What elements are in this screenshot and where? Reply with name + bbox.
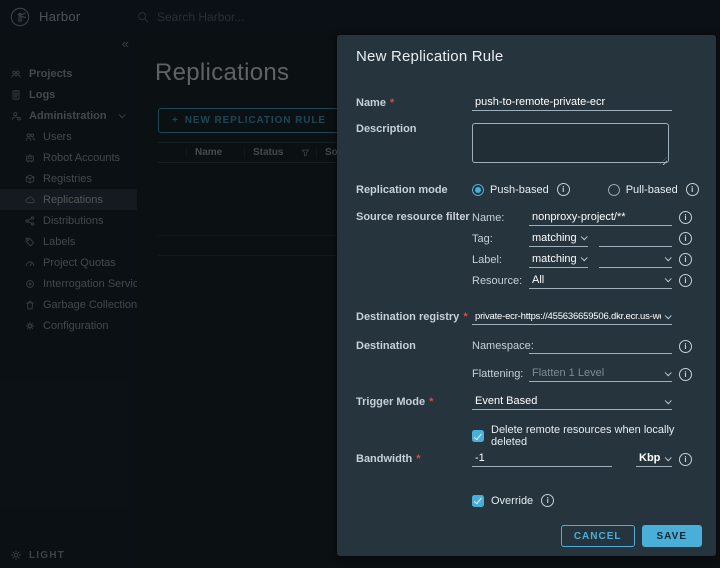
bandwidth-info-icon[interactable] xyxy=(679,453,692,466)
harbor-app: Harbor « Projects Logs Administration xyxy=(0,0,720,568)
filter-tag-mode-select[interactable]: matching xyxy=(529,231,588,247)
pull-based-label: Pull-based xyxy=(626,184,678,196)
chevron-down-icon xyxy=(665,275,672,282)
save-button[interactable]: SAVE xyxy=(642,525,703,547)
chevron-down-icon xyxy=(665,254,672,261)
filter-label-label: Label: xyxy=(472,254,529,266)
bandwidth-label: Bandwidth xyxy=(356,453,472,465)
filter-tag-input[interactable] xyxy=(599,231,672,247)
trigger-mode-select[interactable]: Event Based xyxy=(472,394,672,410)
delete-remote-checkbox[interactable] xyxy=(472,430,484,442)
delete-remote-label: Delete remote resources when locally del… xyxy=(491,424,702,448)
filter-label-value-select[interactable] xyxy=(599,252,672,268)
new-replication-rule-modal: New Replication Rule Name Description Re… xyxy=(337,35,716,556)
filter-resource-info-icon[interactable] xyxy=(679,274,692,287)
chevron-down-icon xyxy=(665,312,672,319)
namespace-input[interactable] xyxy=(529,338,672,354)
override-label: Override xyxy=(491,495,533,507)
filter-name-label: Name: xyxy=(472,212,529,224)
filter-name-info-icon[interactable] xyxy=(679,211,692,224)
name-input[interactable] xyxy=(472,95,672,111)
destination-label: Destination xyxy=(356,340,472,352)
filter-name-input[interactable] xyxy=(529,210,672,226)
modal-title: New Replication Rule xyxy=(356,48,503,65)
chevron-down-icon xyxy=(581,254,588,261)
flattening-info-icon[interactable] xyxy=(679,368,692,381)
namespace-label: Namespace: xyxy=(472,340,529,352)
filter-resource-select[interactable]: All xyxy=(529,273,672,289)
replication-mode-label: Replication mode xyxy=(356,184,472,196)
push-based-label: Push-based xyxy=(490,184,549,196)
destination-registry-select[interactable]: private-ecr-https://455636659506.dkr.ecr… xyxy=(472,309,672,325)
override-info-icon[interactable] xyxy=(541,494,554,507)
filter-label-mode-select[interactable]: matching xyxy=(529,252,588,268)
flattening-select[interactable]: Flatten 1 Level xyxy=(529,366,672,382)
push-based-info-icon[interactable] xyxy=(557,183,570,196)
chevron-down-icon xyxy=(665,454,672,461)
pull-based-info-icon[interactable] xyxy=(686,183,699,196)
override-checkbox[interactable] xyxy=(472,495,484,507)
filter-tag-label: Tag: xyxy=(472,233,529,245)
chevron-down-icon xyxy=(665,369,672,376)
cancel-button[interactable]: CANCEL xyxy=(561,525,635,547)
bandwidth-unit-select[interactable]: Kbps xyxy=(636,451,672,467)
filter-label-info-icon[interactable] xyxy=(679,253,692,266)
destination-registry-label: Destination registry xyxy=(356,311,472,323)
flattening-label: Flattening: xyxy=(472,368,529,380)
trigger-mode-label: Trigger Mode xyxy=(356,396,472,408)
description-textarea[interactable] xyxy=(472,123,669,163)
bandwidth-input[interactable] xyxy=(472,451,612,467)
namespace-info-icon[interactable] xyxy=(679,340,692,353)
source-filter-label: Source resource filter xyxy=(356,207,472,223)
filter-tag-info-icon[interactable] xyxy=(679,232,692,245)
name-label: Name xyxy=(356,97,472,109)
push-based-radio[interactable] xyxy=(472,184,484,196)
chevron-down-icon xyxy=(581,233,588,240)
description-label: Description xyxy=(356,123,472,135)
chevron-down-icon xyxy=(665,397,672,404)
filter-resource-label: Resource: xyxy=(472,275,529,287)
pull-based-radio[interactable] xyxy=(608,184,620,196)
